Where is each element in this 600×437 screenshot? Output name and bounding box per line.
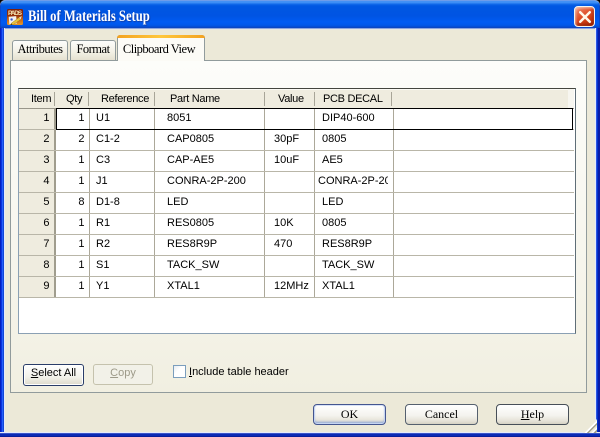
svg-text:PADS: PADS bbox=[8, 10, 23, 17]
